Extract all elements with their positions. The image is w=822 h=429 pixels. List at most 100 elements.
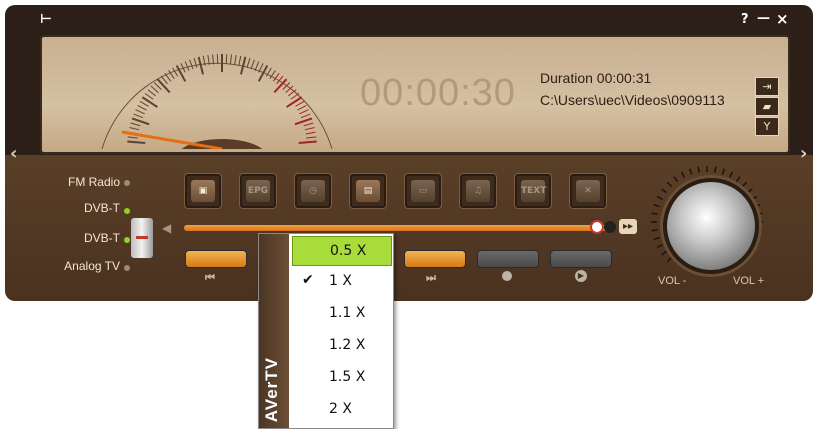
volume-tick xyxy=(698,167,699,173)
play-button[interactable] xyxy=(550,250,612,268)
speed-option-1-2x[interactable]: 1.2 X xyxy=(292,331,390,359)
speed-option-1x[interactable]: ✔1 X xyxy=(292,267,390,295)
teletext-icon: TEXT xyxy=(521,180,545,202)
music-icon: ♫ xyxy=(466,180,490,202)
speed-option-0-5x[interactable]: 0.5 X xyxy=(292,236,392,266)
snapshot-button[interactable]: ▣ xyxy=(184,173,222,209)
volume-tick xyxy=(747,189,752,193)
speed-option-1-5x[interactable]: 1.5 X xyxy=(292,363,390,391)
volume-tick xyxy=(752,197,757,200)
vu-tick xyxy=(136,110,145,114)
next-button[interactable] xyxy=(404,250,466,268)
vu-tick xyxy=(165,73,171,81)
schedule-button[interactable]: ◷ xyxy=(294,173,332,209)
fit-screen-icon: ⇥ xyxy=(762,80,771,93)
vu-tick xyxy=(185,61,189,70)
tv-button[interactable]: ▭ xyxy=(404,173,442,209)
checkmark-icon: ✔ xyxy=(302,272,314,288)
vu-tick xyxy=(306,132,316,134)
previous-button[interactable] xyxy=(185,250,247,268)
vu-tick xyxy=(127,142,145,143)
skip-next-icon: ⏭ xyxy=(426,271,436,285)
volume-down-label: VOL - xyxy=(658,275,686,287)
volume-tick xyxy=(667,182,671,186)
display-panel: 00:00:30 Duration 00:00:31 C:\Users\uec\… xyxy=(40,35,790,154)
volume-up-label: VOL + xyxy=(733,275,764,287)
speed-option-label: 2 X xyxy=(329,401,352,417)
minimize-button[interactable]: — xyxy=(757,11,770,26)
menu-brand-strip: AVerTV xyxy=(259,234,289,428)
vu-tick xyxy=(129,128,139,130)
seek-handle[interactable] xyxy=(590,220,604,234)
help-button[interactable]: ? xyxy=(741,12,749,27)
source-selector-slider[interactable] xyxy=(131,218,153,258)
settings-button[interactable]: ✕ xyxy=(569,173,607,209)
teletext-button[interactable]: TEXT xyxy=(514,173,552,209)
vu-tick xyxy=(304,123,314,126)
aspect-ratio-button[interactable]: ⇥ xyxy=(755,77,779,96)
speed-option-1-1x[interactable]: 1.1 X xyxy=(292,299,390,327)
source-led-dvb-t-1 xyxy=(124,208,130,214)
vu-tick xyxy=(142,97,157,107)
vu-tick xyxy=(291,93,299,99)
vu-tick xyxy=(299,110,308,114)
source-dvb-t-2[interactable]: DVB-T xyxy=(20,231,120,245)
vu-tick xyxy=(235,55,236,65)
seek-forward-button[interactable]: ▸▸ xyxy=(619,219,637,234)
vu-tick xyxy=(194,58,197,68)
expand-right-arrow-icon[interactable]: › xyxy=(800,143,807,164)
close-button[interactable]: × xyxy=(776,10,789,28)
music-button[interactable]: ♫ xyxy=(459,173,497,209)
volume-knob[interactable] xyxy=(663,178,759,274)
skip-previous-icon: ⏮ xyxy=(205,271,215,285)
filter-button[interactable]: Y xyxy=(755,117,779,136)
vu-tick xyxy=(299,142,317,143)
volume-tick xyxy=(736,177,740,182)
seek-back-icon[interactable]: ◀ xyxy=(162,221,171,235)
record-button[interactable] xyxy=(477,250,539,268)
vu-tick xyxy=(199,57,203,74)
settings-tools-icon: ✕ xyxy=(576,180,600,202)
tv-icon: ▭ xyxy=(411,180,435,202)
epg-button[interactable]: EPG xyxy=(239,173,277,209)
volume-tick xyxy=(682,172,685,177)
vu-tick xyxy=(295,118,312,124)
volume-tick xyxy=(662,251,667,255)
volume-tick xyxy=(755,205,761,207)
source-led-fm-radio xyxy=(124,180,130,186)
funnel-icon: Y xyxy=(764,120,771,133)
vu-tick xyxy=(251,60,254,69)
source-dvb-t-1[interactable]: DVB-T xyxy=(20,201,120,215)
vu-tick xyxy=(140,101,149,106)
volume-tick xyxy=(652,213,658,214)
volume-tick xyxy=(674,177,678,182)
open-file-button[interactable]: ▰ xyxy=(755,97,779,116)
source-list: FM Radio DVB-T DVB-T Analog TV xyxy=(20,175,140,275)
source-fm-radio[interactable]: FM Radio xyxy=(20,175,120,189)
vu-tick xyxy=(190,60,193,69)
volume-tick xyxy=(654,237,660,239)
speed-option-label: 1.5 X xyxy=(329,369,365,385)
vu-tick xyxy=(255,61,259,70)
vu-tick xyxy=(145,93,153,99)
menu-brand-label: AVerTV xyxy=(262,357,286,422)
camera-icon: ▣ xyxy=(191,180,215,202)
speed-option-2x[interactable]: 2 X xyxy=(292,395,390,423)
play-icon: ▶ xyxy=(575,270,587,282)
volume-tick xyxy=(662,189,667,193)
speed-option-label: 1.1 X xyxy=(329,305,365,321)
volume-tick xyxy=(657,245,662,248)
folder-icon: ▰ xyxy=(763,100,771,113)
recording-playback-button[interactable]: ▤ xyxy=(349,173,387,209)
seek-bar[interactable] xyxy=(184,225,609,231)
volume-tick xyxy=(690,169,692,175)
file-path: C:\Users\uec\Videos\0909113 xyxy=(540,92,752,108)
source-analog-tv[interactable]: Analog TV xyxy=(20,259,120,273)
pin-icon[interactable]: ⊢ xyxy=(40,12,52,27)
epg-icon: EPG xyxy=(246,180,270,202)
vu-tick xyxy=(301,114,310,118)
vu-tick xyxy=(151,86,158,93)
volume-tick xyxy=(657,197,662,200)
collapse-left-arrow-icon[interactable]: ‹ xyxy=(10,143,17,164)
playback-speed-menu: AVerTV 0.5 X ✔1 X 1.1 X 1.2 X 1.5 X 2 X xyxy=(258,233,394,429)
